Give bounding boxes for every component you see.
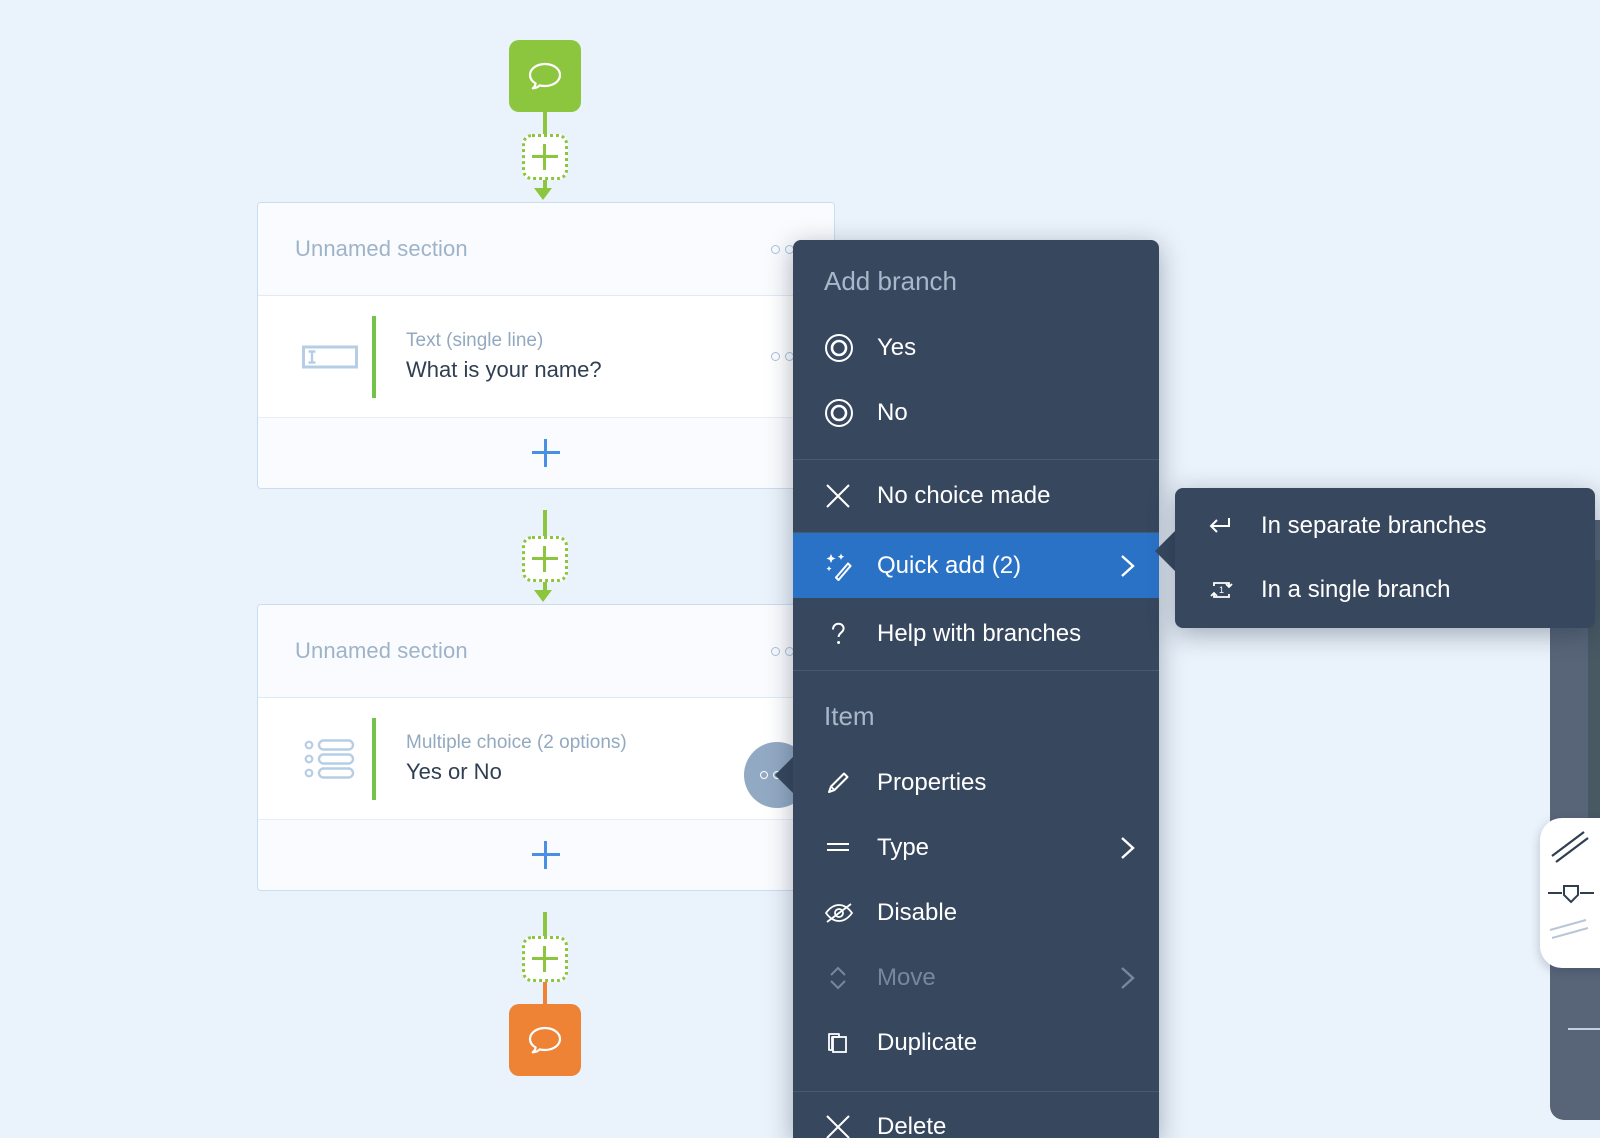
plus-icon xyxy=(532,841,560,869)
eye-slash-icon xyxy=(815,898,877,928)
menu-item-label: Disable xyxy=(877,899,1141,927)
add-connector-plus-icon[interactable] xyxy=(522,936,568,982)
speech-bubble-icon xyxy=(525,56,565,96)
close-x-icon xyxy=(815,1112,877,1138)
menu-item-label: No xyxy=(877,399,1141,427)
text-field-icon xyxy=(288,343,372,371)
context-menu-group-item: Item Properties xyxy=(793,671,1159,1092)
menu-item-duplicate[interactable]: Duplicate xyxy=(793,1010,1159,1075)
menu-item-label: Move xyxy=(877,964,1115,992)
add-connector-3[interactable] xyxy=(522,936,568,982)
question-type: Multiple choice (2 options) xyxy=(406,732,808,754)
start-node-badge[interactable] xyxy=(509,40,581,112)
diamond-arrows-icon xyxy=(815,963,877,993)
return-arrow-icon xyxy=(1199,512,1261,540)
speech-bubble-icon xyxy=(525,1020,565,1060)
right-toolbar-button[interactable] xyxy=(1540,818,1600,968)
submenu-item-label: In separate branches xyxy=(1261,512,1577,540)
add-connector-1[interactable] xyxy=(522,134,568,180)
menu-item-delete[interactable]: Delete xyxy=(793,1092,1159,1138)
radio-circle-icon xyxy=(815,397,877,429)
question-type: Text (single line) xyxy=(406,330,771,352)
multiple-choice-list-icon xyxy=(288,737,372,781)
question-text: Text (single line) What is your name? xyxy=(406,330,771,383)
section-card: Unnamed section Text (single line) What … xyxy=(257,202,835,489)
menu-item-properties[interactable]: Properties xyxy=(793,750,1159,815)
close-x-icon xyxy=(815,481,877,511)
submenu-caret xyxy=(1155,531,1175,571)
svg-text:1: 1 xyxy=(1219,585,1224,595)
chevron-right-icon xyxy=(1115,835,1141,861)
menu-item-yes[interactable]: Yes xyxy=(793,315,1159,380)
connector-stem xyxy=(543,982,547,1006)
connector-arrowhead xyxy=(534,188,552,200)
menu-item-help-with-branches[interactable]: Help with branches xyxy=(793,598,1159,670)
add-item-button[interactable] xyxy=(258,418,834,488)
section-title: Unnamed section xyxy=(295,638,771,664)
group-spacer xyxy=(793,1075,1159,1091)
submenu-item-separate-branches[interactable]: In separate branches xyxy=(1175,494,1595,558)
flow-canvas: Unnamed section Text (single line) What … xyxy=(0,0,1600,1138)
question-row[interactable]: Text (single line) What is your name? xyxy=(258,296,834,418)
context-menu-group-quick: Quick add (2) Help with branches xyxy=(793,533,1159,671)
start-node[interactable] xyxy=(509,40,581,112)
right-toolbar-divider xyxy=(1568,1028,1600,1030)
submenu-item-single-branch[interactable]: 1 In a single branch xyxy=(1175,558,1595,622)
connector-arrowhead xyxy=(534,590,552,602)
menu-item-no-choice-made[interactable]: No choice made xyxy=(793,460,1159,532)
context-menu-group-delete: Delete xyxy=(793,1092,1159,1138)
menu-item-quick-add[interactable]: Quick add (2) xyxy=(793,533,1159,598)
mouse-pointer-icon xyxy=(1540,818,1600,968)
section-header[interactable]: Unnamed section xyxy=(258,203,834,296)
question-accent-bar xyxy=(372,718,376,800)
chevron-right-icon xyxy=(1115,553,1141,579)
radio-circle-icon xyxy=(815,332,877,364)
menu-item-label: Duplicate xyxy=(877,1029,1141,1057)
quick-add-submenu[interactable]: In separate branches 1 In a single branc… xyxy=(1175,488,1595,628)
plus-icon xyxy=(532,439,560,467)
group-heading: Item xyxy=(793,671,1159,750)
menu-item-label: Delete xyxy=(877,1113,1141,1138)
add-connector-2[interactable] xyxy=(522,536,568,582)
menu-item-label: Help with branches xyxy=(877,620,1141,648)
connector-stem xyxy=(543,510,547,538)
question-label: What is your name? xyxy=(406,357,771,383)
section-title: Unnamed section xyxy=(295,236,771,262)
menu-item-label: Quick add (2) xyxy=(877,552,1115,580)
section-header[interactable]: Unnamed section xyxy=(258,605,834,698)
question-accent-bar xyxy=(372,316,376,398)
menu-item-label: Yes xyxy=(877,334,1141,362)
menu-item-disable[interactable]: Disable xyxy=(793,880,1159,945)
end-node[interactable] xyxy=(509,1004,581,1076)
add-item-button[interactable] xyxy=(258,820,834,890)
question-mark-icon xyxy=(815,619,877,649)
group-heading: Add branch xyxy=(793,240,1159,315)
pencil-icon xyxy=(815,768,877,798)
hamburger-lines-icon xyxy=(815,833,877,863)
context-menu-group-add-branch: Add branch Yes No xyxy=(793,240,1159,460)
menu-item-label: Type xyxy=(877,834,1115,862)
chevron-right-icon xyxy=(1115,965,1141,991)
section-card: Unnamed section xyxy=(257,604,835,891)
end-node-badge[interactable] xyxy=(509,1004,581,1076)
menu-item-type[interactable]: Type xyxy=(793,815,1159,880)
group-spacer xyxy=(793,445,1159,459)
context-menu-group-no-choice: No choice made xyxy=(793,460,1159,533)
connector-stem xyxy=(543,112,547,136)
menu-item-label: Properties xyxy=(877,769,1141,797)
menu-item-no[interactable]: No xyxy=(793,380,1159,445)
add-connector-plus-icon[interactable] xyxy=(522,134,568,180)
loop-one-icon: 1 xyxy=(1199,576,1261,604)
magic-wand-icon xyxy=(815,551,877,581)
menu-item-label: No choice made xyxy=(877,482,1141,510)
context-menu[interactable]: Add branch Yes No xyxy=(793,240,1159,1138)
submenu-item-label: In a single branch xyxy=(1261,576,1577,604)
menu-item-move[interactable]: Move xyxy=(793,945,1159,1010)
add-connector-plus-icon[interactable] xyxy=(522,536,568,582)
duplicate-pages-icon xyxy=(815,1028,877,1058)
